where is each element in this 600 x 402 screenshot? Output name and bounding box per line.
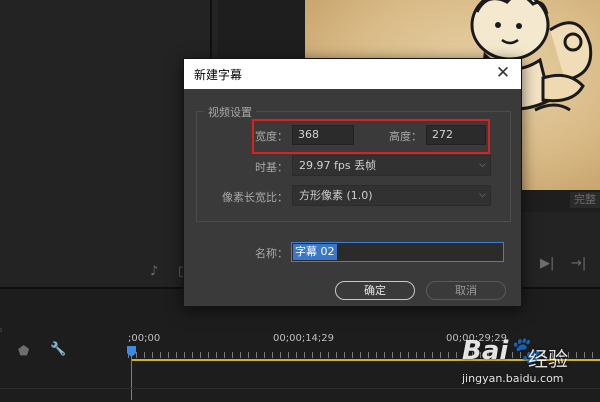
ok-button[interactable]: 确定 xyxy=(335,281,415,300)
go-to-out-icon[interactable]: →| xyxy=(571,256,586,271)
marker-icon[interactable]: ⬟ xyxy=(18,344,29,359)
track-divider xyxy=(0,388,600,389)
video-settings-legend: 视频设置 xyxy=(204,104,256,120)
timeline-tools: ◦ ⬟ 🔧 xyxy=(0,324,120,370)
new-title-dialog: 新建字幕 ✕ 视频设置 宽度： 368 高度： 272 时基： 29.97 fp… xyxy=(183,58,522,307)
timecode-0: ;00;00 xyxy=(128,333,161,344)
dialog-title: 新建字幕 xyxy=(194,68,243,82)
snap-icon[interactable]: ◦ xyxy=(0,324,4,339)
chevron-down-icon: ⌵ xyxy=(479,160,486,170)
timecode-1: 00;00;14;29 xyxy=(273,333,335,344)
timebase-label: 时基： xyxy=(255,161,288,174)
playhead-line xyxy=(131,356,132,400)
pixel-aspect-value: 方形像素 (1.0) xyxy=(299,189,373,202)
close-icon[interactable]: ✕ xyxy=(494,62,512,84)
pixel-aspect-label: 像素长宽比： xyxy=(222,191,288,204)
watermark-text: 经验 xyxy=(528,347,568,371)
pixel-aspect-select[interactable]: 方形像素 (1.0) ⌵ xyxy=(292,185,491,206)
chevron-down-icon: ⌵ xyxy=(479,190,486,200)
name-input-value: 字幕 02 xyxy=(293,244,337,260)
annotation-highlight xyxy=(252,119,490,154)
watermark-url: jingyan.baidu.com xyxy=(462,372,564,385)
cancel-button[interactable]: 取消 xyxy=(426,281,506,300)
timebase-value: 29.97 fps 丢帧 xyxy=(299,159,377,172)
name-input[interactable]: 字幕 02 xyxy=(291,242,504,262)
timebase-select[interactable]: 29.97 fps 丢帧 ⌵ xyxy=(292,155,491,176)
step-forward-icon[interactable]: ▶| xyxy=(540,256,554,271)
audio-icon[interactable]: ♪ xyxy=(150,264,158,279)
wrench-icon[interactable]: 🔧 xyxy=(50,342,66,357)
fit-dropdown[interactable]: 完整 xyxy=(570,192,600,208)
dialog-titlebar[interactable]: 新建字幕 ✕ xyxy=(184,59,521,89)
source-panel xyxy=(0,0,210,285)
name-label: 名称： xyxy=(255,247,288,260)
